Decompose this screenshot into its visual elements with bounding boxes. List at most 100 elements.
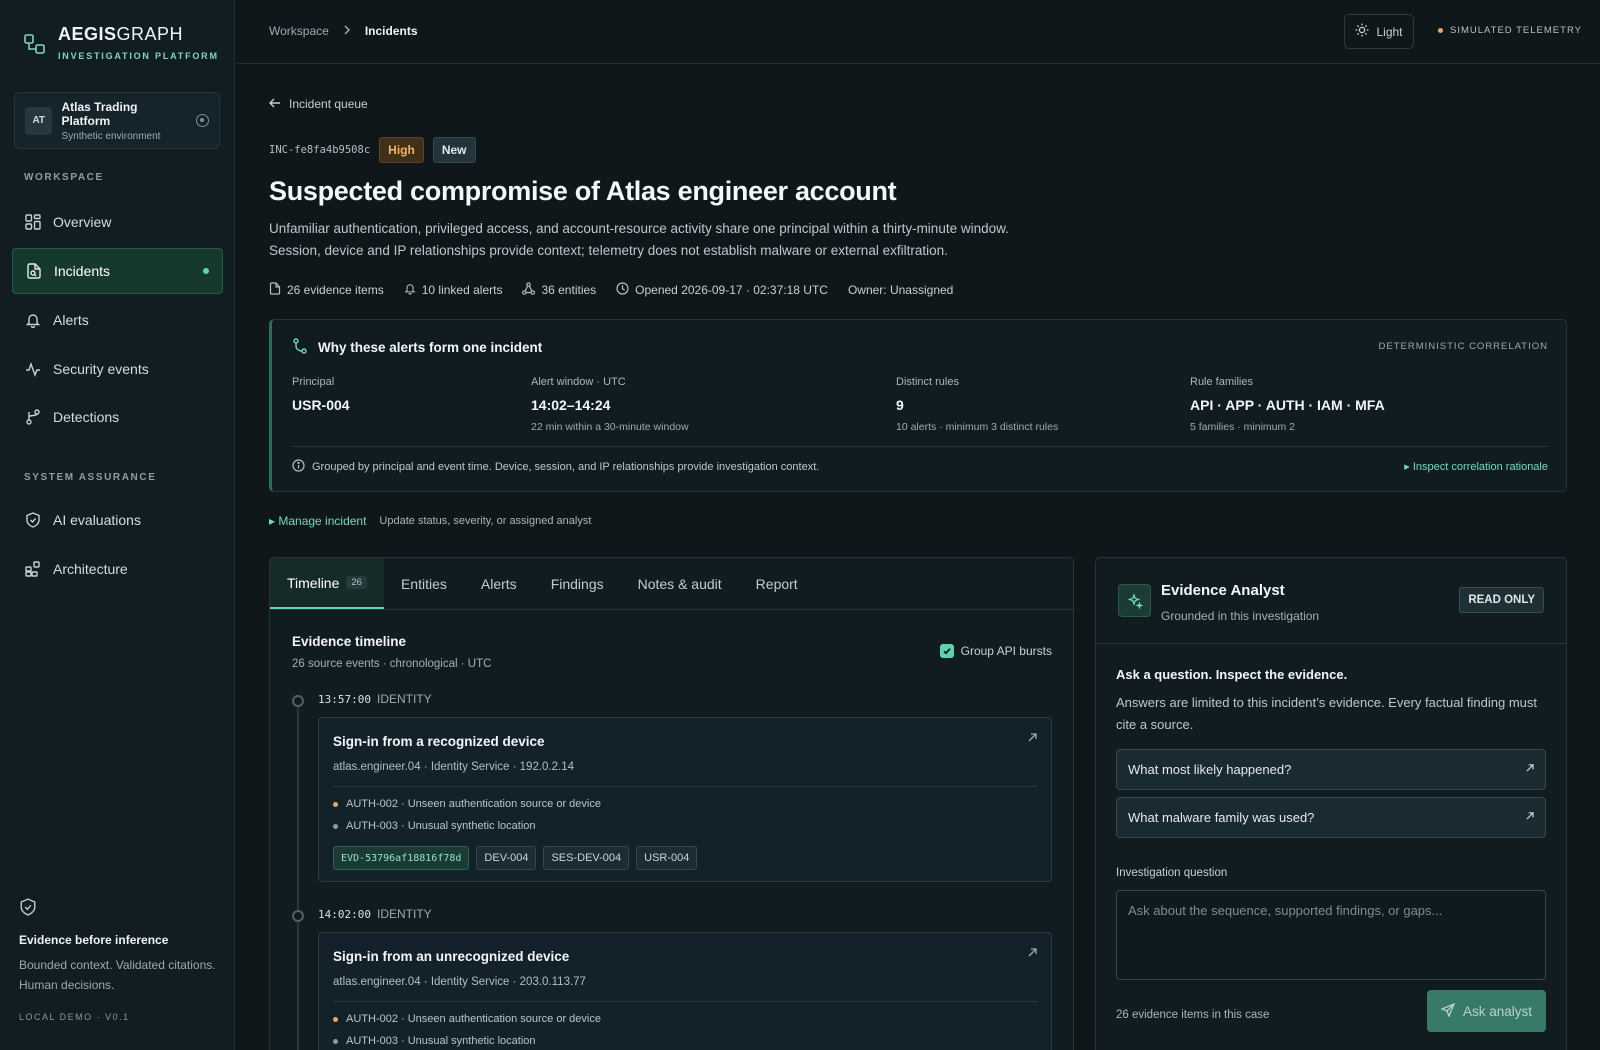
divider: [333, 1001, 1037, 1002]
footer-text: Bounded context. Validated citations. Hu…: [19, 958, 216, 992]
sidebar-item-security-events[interactable]: Security events: [12, 346, 223, 392]
sidebar-item-label: Alerts: [53, 312, 89, 328]
logo-icon: [24, 34, 45, 54]
correlation-card: Why these alerts form one incident DETER…: [269, 319, 1567, 492]
suggested-question[interactable]: What most likely happened?: [1116, 749, 1546, 790]
alert-severity-dot: [333, 823, 338, 829]
tenant-name: Atlas Trading Platform: [61, 99, 138, 128]
read-only-badge: READ ONLY: [1459, 587, 1544, 613]
brand-name: AEGISGRAPH: [58, 24, 184, 44]
breadcrumb-current: Incidents: [364, 24, 418, 38]
tab-bar: Timeline 26 Entities Alerts Findings Not…: [270, 558, 1073, 610]
brand[interactable]: AEGISGRAPH INVESTIGATION PLATFORM: [24, 24, 219, 61]
incident-id: INC-fe8fa4b9508c: [269, 144, 371, 156]
tab-alerts[interactable]: Alerts: [464, 558, 534, 609]
tab-findings[interactable]: Findings: [534, 558, 621, 609]
tab-notes-audit[interactable]: Notes & audit: [621, 558, 739, 609]
sparkles-icon: [1118, 584, 1151, 617]
divider: [1096, 643, 1566, 644]
sidebar-item-label: Architecture: [53, 561, 128, 577]
manage-incident-hint: Update status, severity, or assigned ana…: [379, 515, 592, 527]
sidebar-item-ai-evaluations[interactable]: AI evaluations: [12, 497, 223, 543]
alert-severity-dot: [333, 1038, 338, 1044]
send-icon: [1440, 1002, 1456, 1020]
meta-entities: 36 entities: [522, 282, 596, 298]
ask-analyst-button[interactable]: Ask analyst: [1427, 990, 1546, 1032]
tab-count-badge: 26: [346, 576, 367, 589]
external-link-icon[interactable]: [1028, 948, 1037, 960]
incident-id-row: INC-fe8fa4b9508c High New: [269, 137, 476, 163]
footer-title: Evidence before inference: [19, 933, 169, 947]
timeline-rail: [297, 706, 299, 1050]
back-link[interactable]: Incident queue: [269, 97, 368, 111]
tenant-avatar: AT: [25, 106, 53, 135]
session-chip[interactable]: SES-DEV-004: [543, 846, 630, 870]
status-dot: [1438, 28, 1443, 33]
linked-alert[interactable]: AUTH-002 · Unseen authentication source …: [333, 798, 601, 810]
chevron-right-icon: [343, 24, 351, 38]
tenant-switcher[interactable]: AT Atlas Trading Platform Synthetic envi…: [14, 92, 220, 149]
sidebar-item-alerts[interactable]: Alerts: [12, 297, 223, 343]
blocks-icon: [25, 561, 41, 577]
shield-check-icon: [19, 898, 37, 919]
event-source: atlas.engineer.04 · Identity Service · 2…: [333, 976, 586, 988]
evidence-chip[interactable]: EVD-53796af18816f78d: [333, 846, 470, 870]
sidebar-item-label: Incidents: [54, 263, 111, 279]
bell-icon: [25, 312, 41, 328]
tab-report[interactable]: Report: [739, 558, 815, 609]
tenant-environment: Synthetic environment: [61, 130, 161, 142]
timeline-subtitle: 26 source events · chronological · UTC: [292, 658, 492, 670]
correlation-tag: DETERMINISTIC CORRELATION: [1378, 341, 1548, 352]
divider: [292, 446, 1548, 447]
breadcrumb-workspace[interactable]: Workspace: [269, 24, 329, 38]
sidebar-item-incidents[interactable]: Incidents: [12, 248, 223, 294]
theme-toggle-button[interactable]: Light: [1344, 14, 1414, 49]
timeline-title: Evidence timeline: [292, 634, 407, 649]
user-chip[interactable]: USR-004: [636, 846, 698, 870]
nav-section-workspace: WORKSPACE: [24, 172, 104, 183]
inspect-rationale-link[interactable]: ▸ Inspect correlation rationale: [1404, 460, 1548, 473]
question-input[interactable]: Ask about the sequence, supported findin…: [1116, 890, 1546, 980]
alert-severity-dot: [333, 801, 338, 807]
nav-section-system-assurance: SYSTEM ASSURANCE: [24, 472, 157, 483]
timeline-node: [292, 695, 304, 707]
linked-alert[interactable]: AUTH-003 · Unusual synthetic location: [333, 820, 536, 832]
tab-timeline[interactable]: Timeline 26: [270, 558, 384, 609]
meta-owner: Owner: Unassigned: [847, 283, 954, 297]
timeline-event-card[interactable]: Sign-in from an unrecognized device atla…: [318, 932, 1052, 1050]
arrow-up-right-icon: [1526, 812, 1534, 823]
correlation-principal: Principal USR-004: [292, 376, 350, 413]
brand-subtitle: INVESTIGATION PLATFORM: [58, 51, 219, 61]
question-label: Investigation question: [1116, 867, 1228, 879]
linked-alert[interactable]: AUTH-003 · Unusual synthetic location: [333, 1035, 536, 1047]
suggested-question[interactable]: What malware family was used?: [1116, 797, 1546, 838]
analyst-subtitle: Grounded in this investigation: [1161, 609, 1320, 623]
timeline-event-card[interactable]: Sign-in from a recognized device atlas.e…: [318, 717, 1052, 882]
branch-icon: [25, 409, 41, 425]
correlation-window: Alert window · UTC 14:02–14:24 22 min wi…: [531, 376, 689, 433]
topbar: Workspace Incidents Light SIMULATED TELE…: [236, 0, 1600, 64]
timeline-header: Evidence timeline 26 source events · chr…: [292, 634, 491, 670]
timeline-panel: Timeline 26 Entities Alerts Findings Not…: [269, 557, 1074, 1050]
linked-alert[interactable]: AUTH-002 · Unseen authentication source …: [333, 1013, 601, 1025]
manage-incident-toggle[interactable]: ▸ Manage incident: [269, 514, 366, 528]
entity-chips: EVD-53796af18816f78d DEV-004 SES-DEV-004…: [333, 846, 698, 870]
analyst-prompt-description: Answers are limited to this incident’s e…: [1116, 695, 1538, 732]
telemetry-label: SIMULATED TELEMETRY: [1450, 25, 1582, 36]
device-chip[interactable]: DEV-004: [476, 846, 537, 870]
sidebar-item-label: AI evaluations: [53, 512, 141, 528]
severity-badge: High: [379, 137, 424, 163]
merge-icon: [292, 338, 308, 357]
meta-opened: Opened 2026-09-17 · 02:37:18 UTC: [616, 282, 828, 298]
sidebar-item-label: Overview: [53, 214, 112, 230]
alert-severity-dot: [333, 1016, 338, 1022]
sidebar-item-overview[interactable]: Overview: [12, 199, 223, 245]
group-api-bursts-checkbox[interactable]: Group API bursts: [939, 644, 1052, 658]
sidebar-item-detections[interactable]: Detections: [12, 394, 223, 440]
sidebar-item-architecture[interactable]: Architecture: [12, 546, 223, 592]
activity-icon: [25, 361, 41, 377]
status-badge: New: [432, 137, 476, 163]
external-link-icon[interactable]: [1028, 733, 1037, 745]
correlation-title: Why these alerts form one incident: [292, 338, 542, 357]
tab-entities[interactable]: Entities: [384, 558, 464, 609]
